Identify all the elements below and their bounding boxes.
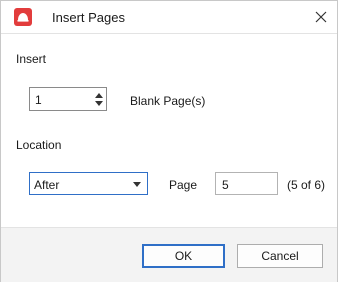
close-button[interactable]: [310, 6, 332, 28]
close-icon: [315, 11, 327, 23]
title-bar: Insert Pages: [1, 1, 337, 34]
cancel-button[interactable]: Cancel: [237, 244, 323, 268]
chevron-down-icon: [133, 182, 141, 187]
page-count-spinbox[interactable]: 1: [29, 87, 107, 111]
spin-arrows[interactable]: [92, 88, 106, 110]
page-number-value[interactable]: 5: [222, 178, 229, 192]
position-dropdown[interactable]: After: [29, 172, 148, 195]
ok-button[interactable]: OK: [142, 244, 225, 268]
increment-arrow-icon[interactable]: [95, 93, 103, 98]
page-label: Page: [169, 178, 198, 192]
location-section-label: Location: [16, 138, 62, 152]
app-logo-icon: [14, 8, 32, 26]
decrement-arrow-icon[interactable]: [95, 101, 103, 106]
dialog-title: Insert Pages: [52, 10, 125, 25]
position-value: After: [34, 178, 60, 192]
blank-pages-label: Blank Page(s): [130, 94, 206, 108]
page-info-text: (5 of 6): [287, 178, 326, 192]
insert-pages-dialog: Insert Pages Insert 1 Blank Page(s) Loca…: [0, 0, 338, 282]
page-number-input[interactable]: 5: [215, 172, 278, 195]
page-count-value[interactable]: 1: [35, 93, 42, 107]
dialog-footer: OK Cancel: [1, 227, 337, 282]
insert-section-label: Insert: [16, 52, 47, 66]
